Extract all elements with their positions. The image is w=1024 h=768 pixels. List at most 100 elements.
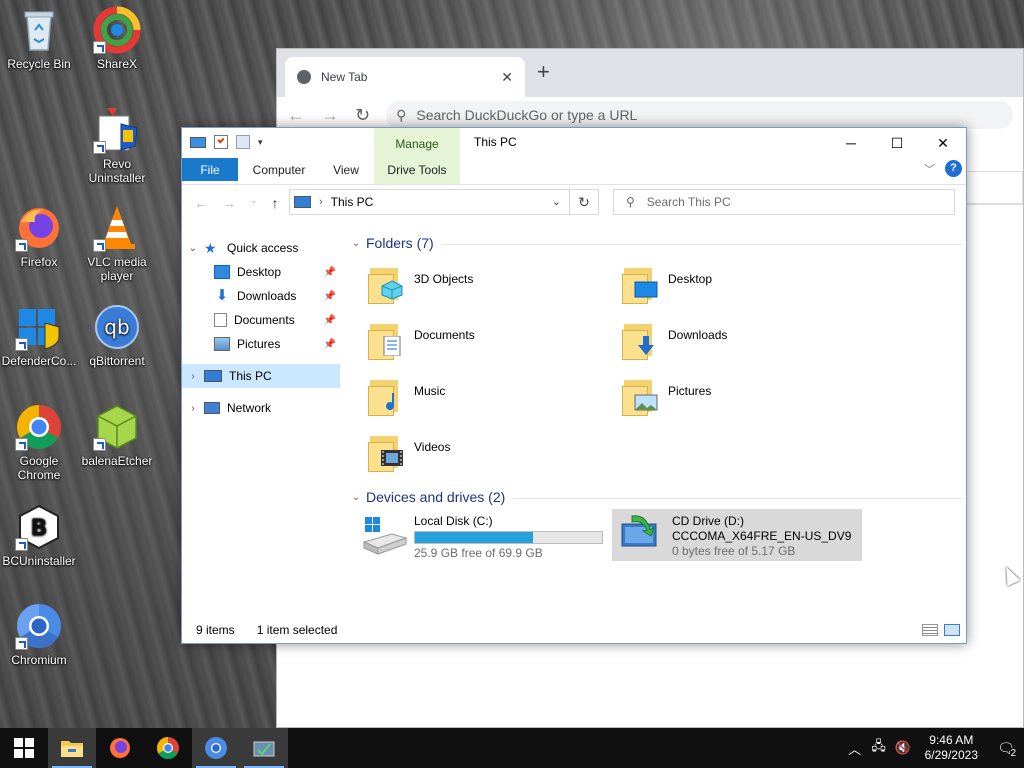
properties-icon[interactable] — [214, 135, 228, 149]
folder-name: Desktop — [668, 272, 713, 286]
desktop-icon-firefox[interactable]: Firefox — [1, 204, 77, 269]
desktop-icon-vlc[interactable]: VLC media player — [79, 204, 155, 283]
taskbar-google-chrome[interactable] — [144, 728, 192, 768]
taskbar-file-explorer[interactable] — [48, 728, 96, 768]
nav-label: Desktop — [237, 265, 282, 279]
nav-this-pc[interactable]: › This PC — [182, 364, 340, 388]
back-arrow-icon[interactable]: ← — [287, 105, 305, 126]
taskbar-chromium[interactable] — [192, 728, 240, 768]
folder-documents[interactable]: Documents — [366, 320, 606, 370]
shortcut-arrow-icon — [15, 239, 28, 252]
desktop-icon-label: ShareX — [96, 57, 138, 71]
desktop-icon-recycle-bin[interactable]: Recycle Bin — [1, 6, 77, 71]
desktop-icon-label: Google Chrome — [17, 454, 61, 482]
address-dropdown-chevron-icon[interactable]: ⌄ — [552, 195, 561, 208]
address-bar[interactable]: › This PC ⌄ — [289, 189, 570, 215]
taskbar-firefox[interactable] — [96, 728, 144, 768]
system-tray: ︿ 🖧 🔇 9:46 AM 6/29/2023 🗨 2 — [843, 728, 1024, 768]
minimize-button[interactable]: ─ — [828, 128, 874, 158]
desktop-icon-revo-uninstaller[interactable]: Revo Uninstaller — [79, 106, 155, 185]
browser-tab-new-tab[interactable]: New Tab ✕ — [285, 57, 525, 97]
volume-muted-icon[interactable]: 🔇 — [891, 740, 915, 756]
omnibox-placeholder: Search DuckDuckGo or type a URL — [416, 107, 638, 123]
devices-group-header[interactable]: ⌄ Devices and drives (2) — [342, 482, 962, 512]
desktop-icon-qbittorrent[interactable]: qb qBittorrent — [79, 303, 155, 368]
folder-desktop[interactable]: Desktop — [620, 264, 860, 314]
forward-arrow-icon[interactable]: → — [222, 195, 236, 211]
desktop-icon-google-chrome[interactable]: Google Chrome — [1, 403, 77, 482]
folder-videos[interactable]: Videos — [366, 432, 606, 482]
taskbar-app-window[interactable] — [240, 728, 288, 768]
tab-computer[interactable]: Computer — [244, 158, 314, 181]
collapse-chevron-icon[interactable]: ⌄ — [346, 492, 366, 503]
search-icon: ⚲ — [396, 106, 407, 123]
desktop-icon-label: DefenderCo... — [1, 354, 77, 368]
shortcut-arrow-icon — [93, 438, 106, 451]
help-icon[interactable]: ? — [945, 160, 962, 177]
clock[interactable]: 9:46 AM 6/29/2023 — [925, 733, 978, 763]
nav-documents[interactable]: Documents 📌 — [182, 308, 340, 332]
bcuninstaller-icon: B — [15, 503, 63, 551]
large-icons-view-icon[interactable] — [944, 624, 960, 636]
documents-folder-icon — [366, 320, 406, 360]
download-arrow-icon: ⬇ — [215, 287, 229, 304]
details-view-icon[interactable] — [922, 624, 938, 636]
desktop-icon-bcuninstaller[interactable]: B BCUninstaller — [1, 503, 77, 568]
search-input[interactable]: ⚲ Search This PC — [613, 189, 955, 215]
show-hidden-icons-chevron-icon[interactable]: ︿ — [843, 739, 867, 758]
collapse-chevron-icon[interactable]: ⌄ — [182, 243, 204, 254]
collapse-chevron-icon[interactable]: ⌄ — [346, 238, 366, 249]
firefox-icon — [15, 204, 63, 252]
desktop-icon-defender-control[interactable]: DefenderCo... — [1, 303, 77, 368]
tab-file[interactable]: File — [182, 158, 238, 181]
maximize-button[interactable]: ☐ — [874, 128, 920, 158]
star-icon: ★ — [204, 240, 217, 256]
nav-pictures[interactable]: Pictures 📌 — [182, 332, 340, 356]
drive-local-disk-c[interactable]: Local Disk (C:) 25.9 GB free of 69.9 GB — [362, 512, 606, 564]
folder-3d-objects[interactable]: 3D Objects — [366, 264, 606, 314]
drive-capacity-bar — [414, 531, 603, 544]
up-arrow-icon[interactable]: ↑ — [272, 195, 279, 211]
expand-chevron-icon[interactable]: › — [182, 371, 204, 382]
nav-downloads[interactable]: ⬇ Downloads 📌 — [182, 284, 340, 308]
defender-control-icon — [15, 303, 63, 351]
folders-group-header[interactable]: ⌄ Folders (7) — [342, 228, 962, 258]
notification-center-button[interactable]: 🗨 2 — [988, 740, 1024, 759]
nav-label: Documents — [234, 313, 295, 327]
nav-network[interactable]: › Network — [182, 396, 340, 420]
nav-desktop[interactable]: Desktop 📌 — [182, 260, 340, 284]
desktop-icon-label: qBittorrent — [89, 354, 145, 368]
desktop-icon-chromium[interactable]: Chromium — [1, 602, 77, 667]
group-divider — [441, 243, 962, 245]
customize-toolbar-chevron-icon[interactable]: ▾ — [258, 135, 268, 149]
this-pc-small-icon[interactable] — [190, 136, 206, 148]
close-button[interactable]: ✕ — [920, 128, 966, 158]
folder-downloads[interactable]: Downloads — [620, 320, 860, 370]
nav-label: Quick access — [227, 241, 299, 255]
recent-locations-chevron-icon[interactable]: ⌄ — [250, 195, 258, 211]
expand-ribbon-chevron-icon[interactable]: ﹀ — [924, 161, 935, 177]
tab-drive-tools[interactable]: Drive Tools — [374, 158, 460, 181]
nav-quick-access[interactable]: ⌄ ★ Quick access — [182, 236, 340, 260]
drive-cd-drive-d[interactable]: CD Drive (D:) CCCOMA_X64FRE_EN-US_DV9 0 … — [612, 509, 862, 561]
refresh-button[interactable]: ↻ — [569, 189, 599, 215]
new-folder-icon[interactable] — [236, 135, 250, 149]
desktop-icon-sharex[interactable]: ShareX — [79, 6, 155, 71]
nav-gap — [182, 388, 340, 396]
start-button[interactable] — [0, 728, 48, 768]
desktop-icon-balenaetcher[interactable]: balenaEtcher — [79, 403, 155, 468]
breadcrumb-chevron-icon[interactable]: › — [319, 196, 323, 208]
explorer-titlebar[interactable]: ▾ This PC ─ ☐ ✕ — [182, 128, 966, 158]
forward-arrow-icon[interactable]: → — [321, 105, 339, 126]
tab-view[interactable]: View — [324, 158, 368, 181]
network-icon[interactable]: 🖧 — [867, 737, 891, 759]
back-arrow-icon[interactable]: ← — [194, 195, 208, 211]
folder-pictures[interactable]: Pictures — [620, 376, 860, 426]
folder-music[interactable]: Music — [366, 376, 606, 426]
reload-icon[interactable]: ↻ — [355, 105, 370, 126]
address-row: ← → ⌄ ↑ › This PC ⌄ ↻ ⚲ Search This PC — [182, 184, 966, 218]
close-tab-icon[interactable]: ✕ — [501, 69, 513, 86]
new-tab-plus-icon[interactable]: + — [537, 59, 550, 85]
expand-chevron-icon[interactable]: › — [182, 403, 204, 414]
browser-omnibox[interactable]: ⚲ Search DuckDuckGo or type a URL — [386, 101, 1013, 129]
